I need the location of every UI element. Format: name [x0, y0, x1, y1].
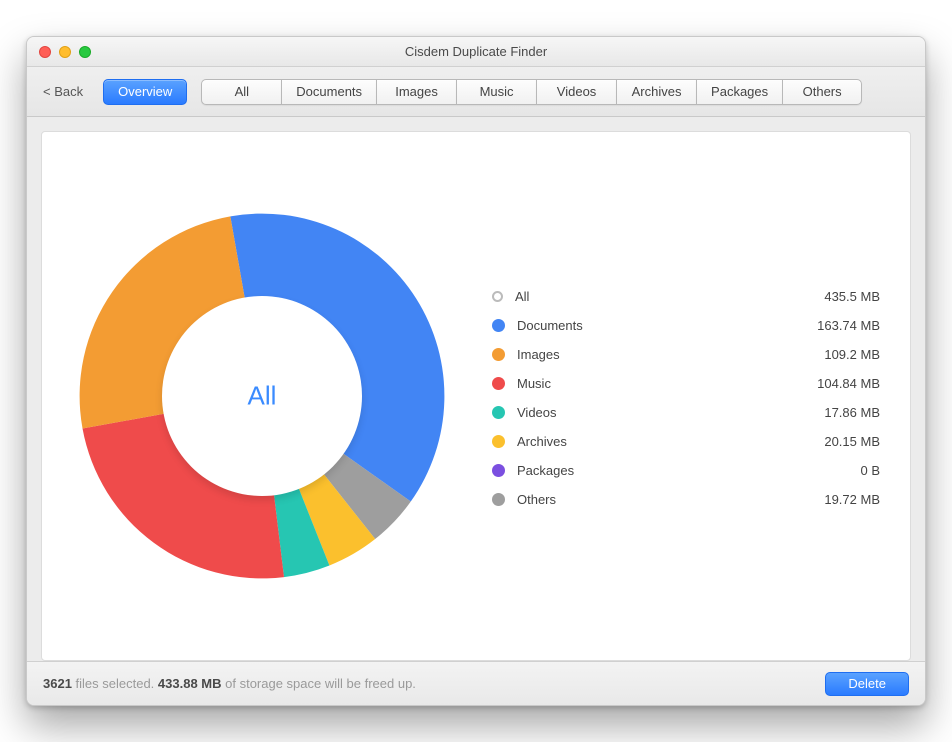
tab-others[interactable]: Others	[782, 79, 862, 105]
tab-all[interactable]: All	[201, 79, 281, 105]
legend-value: 163.74 MB	[790, 318, 880, 333]
legend-row[interactable]: Packages 0 B	[492, 463, 880, 478]
legend-label: Videos	[517, 405, 778, 420]
tab-videos[interactable]: Videos	[536, 79, 616, 105]
legend-row[interactable]: Others 19.72 MB	[492, 492, 880, 507]
legend-value: 104.84 MB	[790, 376, 880, 391]
legend-label: Others	[517, 492, 778, 507]
legend-value: 20.15 MB	[790, 434, 880, 449]
back-button[interactable]: < Back	[37, 80, 89, 103]
legend-value: 435.5 MB	[790, 289, 880, 304]
legend-row[interactable]: Videos 17.86 MB	[492, 405, 880, 420]
status-text: 3621 files selected. 433.88 MB of storag…	[43, 676, 416, 691]
legend-swatch	[492, 319, 505, 332]
files-count: 3621	[43, 676, 72, 691]
legend-value: 0 B	[790, 463, 880, 478]
legend: All 435.5 MB Documents 163.74 MB Images 109.2…	[492, 285, 880, 507]
legend-row[interactable]: All 435.5 MB	[492, 289, 880, 304]
tab-overview[interactable]: Overview	[103, 79, 187, 105]
legend-label: Archives	[517, 434, 778, 449]
legend-row[interactable]: Documents 163.74 MB	[492, 318, 880, 333]
tab-music[interactable]: Music	[456, 79, 536, 105]
legend-value: 17.86 MB	[790, 405, 880, 420]
titlebar: Cisdem Duplicate Finder	[27, 37, 925, 67]
tab-packages[interactable]: Packages	[696, 79, 782, 105]
legend-row[interactable]: Images 109.2 MB	[492, 347, 880, 362]
legend-swatch	[492, 406, 505, 419]
category-tabs: All Documents Images Music Videos Archiv…	[201, 79, 862, 105]
legend-label: Music	[517, 376, 778, 391]
legend-row[interactable]: Archives 20.15 MB	[492, 434, 880, 449]
window-title: Cisdem Duplicate Finder	[27, 44, 925, 59]
tab-documents[interactable]: Documents	[281, 79, 376, 105]
legend-value: 109.2 MB	[790, 347, 880, 362]
tab-archives[interactable]: Archives	[616, 79, 696, 105]
freed-size: 433.88 MB	[158, 676, 222, 691]
legend-label: Packages	[517, 463, 778, 478]
footer: 3621 files selected. 433.88 MB of storag…	[27, 661, 925, 705]
legend-value: 19.72 MB	[790, 492, 880, 507]
legend-swatch	[492, 291, 503, 302]
legend-swatch	[492, 464, 505, 477]
legend-swatch	[492, 435, 505, 448]
legend-row[interactable]: Music 104.84 MB	[492, 376, 880, 391]
legend-label: Documents	[517, 318, 778, 333]
app-window: Cisdem Duplicate Finder < Back Overview …	[26, 36, 926, 706]
donut-center-label: All	[248, 381, 277, 412]
donut-chart: All	[72, 206, 452, 586]
legend-swatch	[492, 348, 505, 361]
content-area: All All 435.5 MB Documents 163.74 MB Images 1…	[41, 131, 911, 661]
tab-images[interactable]: Images	[376, 79, 456, 105]
legend-swatch	[492, 377, 505, 390]
legend-swatch	[492, 493, 505, 506]
legend-label: All	[515, 289, 778, 304]
toolbar: < Back Overview All Documents Images Mus…	[27, 67, 925, 117]
legend-label: Images	[517, 347, 778, 362]
delete-button[interactable]: Delete	[825, 672, 909, 696]
